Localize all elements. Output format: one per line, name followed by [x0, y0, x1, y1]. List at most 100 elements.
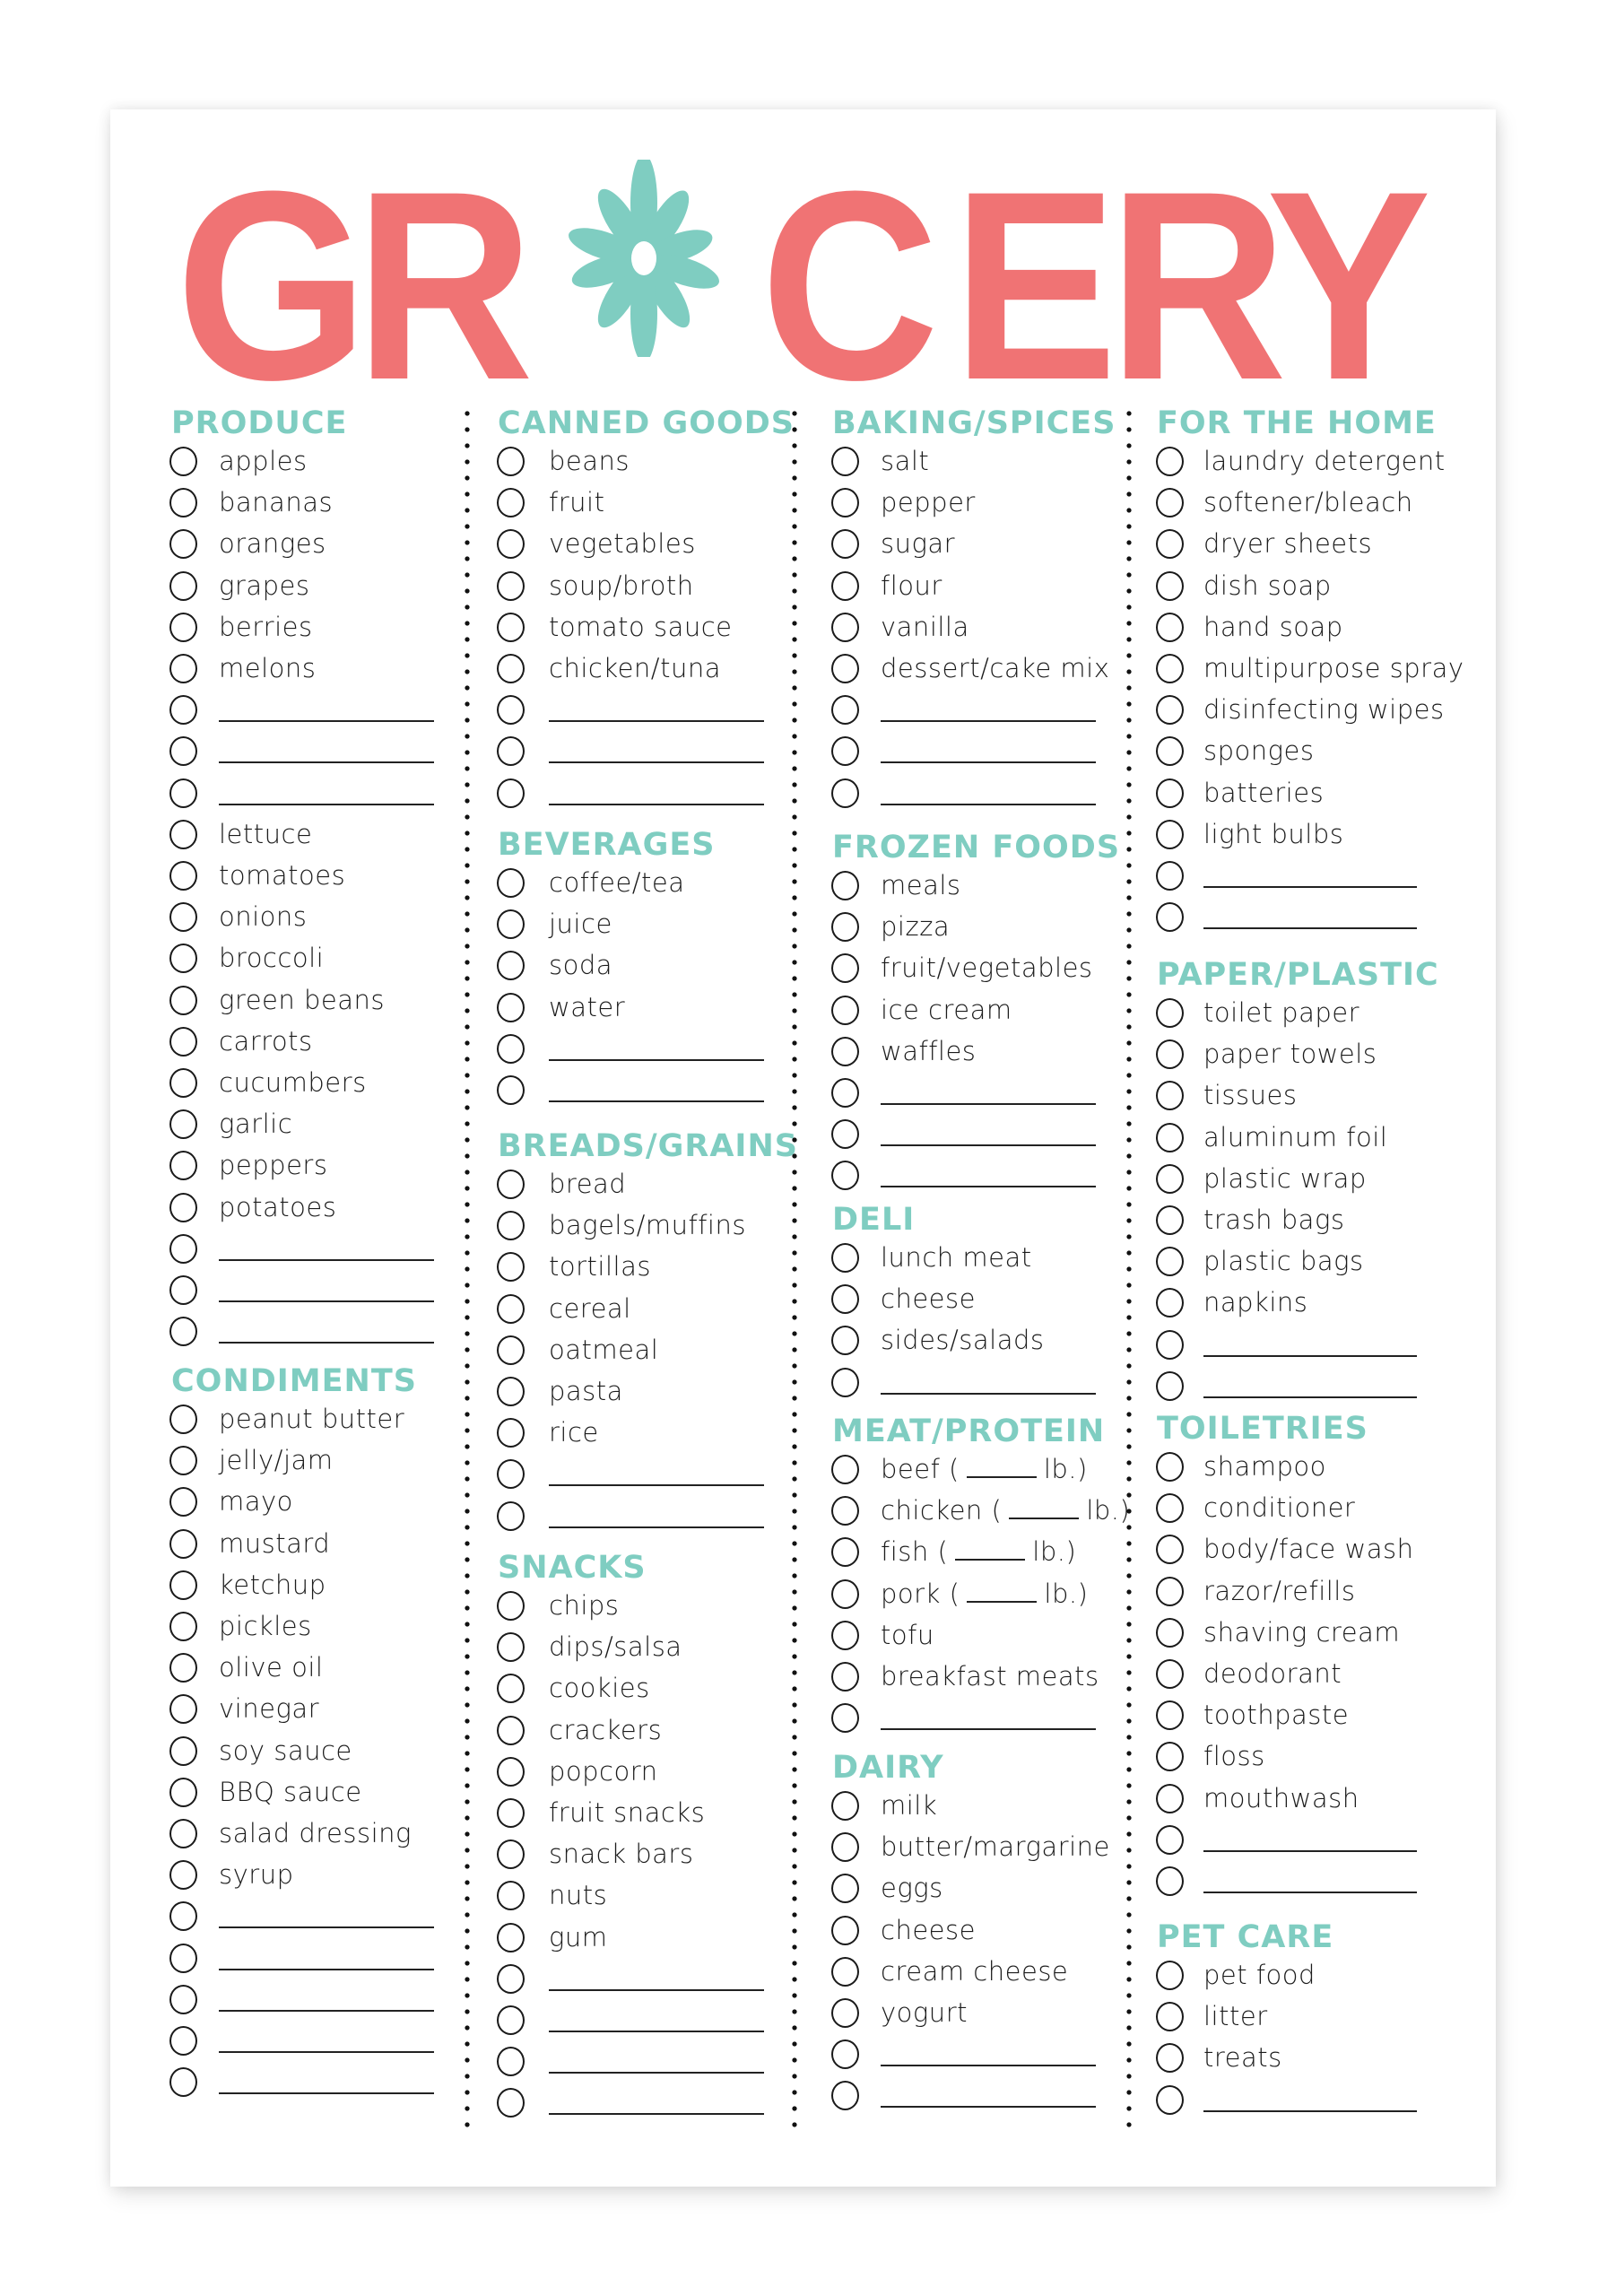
checkbox-circle[interactable] [169, 1653, 197, 1683]
checkbox-circle[interactable] [1156, 1163, 1184, 1194]
checkbox-circle[interactable] [169, 1694, 197, 1725]
write-in-line[interactable] [549, 2113, 764, 2116]
weight-blank-field[interactable] [966, 1455, 1037, 1478]
checkbox-circle[interactable] [831, 1161, 859, 1191]
write-in-line[interactable] [549, 720, 764, 723]
checkbox-circle[interactable] [169, 1405, 197, 1434]
checkbox-circle[interactable] [831, 1915, 859, 1945]
write-in-line[interactable] [549, 1058, 764, 1061]
checkbox-circle[interactable] [169, 695, 197, 726]
checkbox-circle[interactable] [1156, 1370, 1184, 1401]
checkbox-circle[interactable] [169, 1026, 197, 1057]
checkbox-circle[interactable] [831, 1036, 859, 1066]
write-in-line[interactable] [1203, 2109, 1417, 2112]
checkbox-circle[interactable] [497, 1170, 525, 1199]
checkbox-circle[interactable] [831, 612, 859, 642]
checkbox-circle[interactable] [169, 1777, 197, 1807]
checkbox-circle[interactable] [169, 861, 197, 891]
checkbox-circle[interactable] [1156, 1824, 1184, 1855]
write-in-line[interactable] [549, 2031, 764, 2032]
checkbox-circle[interactable] [169, 1984, 197, 2014]
write-in-line[interactable] [219, 2051, 434, 2053]
write-in-line[interactable] [219, 720, 434, 723]
checkbox-circle[interactable] [831, 912, 859, 943]
checkbox-circle[interactable] [831, 529, 859, 560]
checkbox-circle[interactable] [169, 488, 197, 518]
checkbox-circle[interactable] [497, 1377, 525, 1406]
write-in-line[interactable] [219, 2092, 434, 2095]
checkbox-circle[interactable] [497, 868, 525, 898]
checkbox-circle[interactable] [1156, 1866, 1184, 1896]
checkbox-circle[interactable] [497, 1211, 525, 1241]
checkbox-circle[interactable] [1156, 570, 1184, 601]
checkbox-circle[interactable] [169, 1819, 197, 1848]
checkbox-circle[interactable] [497, 1715, 525, 1745]
write-in-line[interactable] [881, 1392, 1096, 1395]
checkbox-circle[interactable] [1156, 2084, 1184, 2115]
checkbox-circle[interactable] [831, 1578, 859, 1609]
checkbox-circle[interactable] [169, 819, 197, 849]
checkbox-circle[interactable] [1156, 1081, 1184, 1111]
checkbox-circle[interactable] [1156, 612, 1184, 642]
checkbox-circle[interactable] [1156, 1122, 1184, 1152]
write-in-line[interactable] [881, 803, 1096, 805]
checkbox-circle[interactable] [831, 654, 859, 683]
checkbox-circle[interactable] [497, 1632, 525, 1663]
checkbox-circle[interactable] [831, 871, 859, 900]
checkbox-circle[interactable] [169, 1192, 197, 1222]
checkbox-circle[interactable] [1156, 1617, 1184, 1648]
checkbox-circle[interactable] [169, 1151, 197, 1181]
write-in-line[interactable] [549, 803, 764, 805]
checkbox-circle[interactable] [169, 570, 197, 601]
checkbox-circle[interactable] [831, 488, 859, 518]
checkbox-circle[interactable] [1156, 2002, 1184, 2032]
checkbox-circle[interactable] [169, 736, 197, 767]
write-in-line[interactable] [549, 1526, 764, 1528]
checkbox-circle[interactable] [497, 1756, 525, 1787]
checkbox-circle[interactable] [1156, 778, 1184, 808]
checkbox-circle[interactable] [831, 778, 859, 808]
checkbox-circle[interactable] [497, 1252, 525, 1283]
checkbox-circle[interactable] [831, 1455, 859, 1484]
checkbox-circle[interactable] [1156, 2043, 1184, 2074]
checkbox-circle[interactable] [169, 1233, 197, 1264]
checkbox-circle[interactable] [497, 1922, 525, 1952]
checkbox-circle[interactable] [1156, 1576, 1184, 1606]
checkbox-circle[interactable] [497, 1674, 525, 1704]
weight-blank-field[interactable] [955, 1537, 1026, 1561]
checkbox-circle[interactable] [831, 953, 859, 984]
checkbox-circle[interactable] [169, 1943, 197, 1973]
checkbox-circle[interactable] [497, 1963, 525, 1994]
checkbox-circle[interactable] [497, 1591, 525, 1621]
checkbox-circle[interactable] [497, 447, 525, 476]
checkbox-circle[interactable] [1156, 1535, 1184, 1565]
checkbox-circle[interactable] [497, 529, 525, 560]
checkbox-circle[interactable] [169, 447, 197, 476]
checkbox-circle[interactable] [169, 1487, 197, 1518]
checkbox-circle[interactable] [169, 1275, 197, 1305]
write-in-line[interactable] [881, 1728, 1096, 1731]
write-in-line[interactable] [219, 803, 434, 805]
checkbox-circle[interactable] [831, 1367, 859, 1397]
checkbox-circle[interactable] [497, 736, 525, 767]
checkbox-circle[interactable] [497, 488, 525, 518]
checkbox-circle[interactable] [169, 1317, 197, 1347]
checkbox-circle[interactable] [1156, 1961, 1184, 1990]
checkbox-circle[interactable] [1156, 902, 1184, 933]
checkbox-circle[interactable] [497, 1418, 525, 1448]
checkbox-circle[interactable] [169, 612, 197, 642]
weight-blank-field[interactable] [1009, 1496, 1080, 1520]
write-in-line[interactable] [881, 1144, 1096, 1147]
checkbox-circle[interactable] [831, 1326, 859, 1356]
write-in-line[interactable] [881, 1103, 1096, 1105]
write-in-line[interactable] [1203, 927, 1417, 930]
checkbox-circle[interactable] [1156, 1452, 1184, 1482]
checkbox-circle[interactable] [1156, 1783, 1184, 1813]
checkbox-circle[interactable] [831, 570, 859, 601]
write-in-line[interactable] [1203, 1892, 1417, 1893]
write-in-line[interactable] [881, 2106, 1096, 2109]
checkbox-circle[interactable] [169, 985, 197, 1015]
write-in-line[interactable] [549, 1100, 764, 1102]
checkbox-circle[interactable] [831, 1956, 859, 1987]
checkbox-circle[interactable] [497, 992, 525, 1022]
